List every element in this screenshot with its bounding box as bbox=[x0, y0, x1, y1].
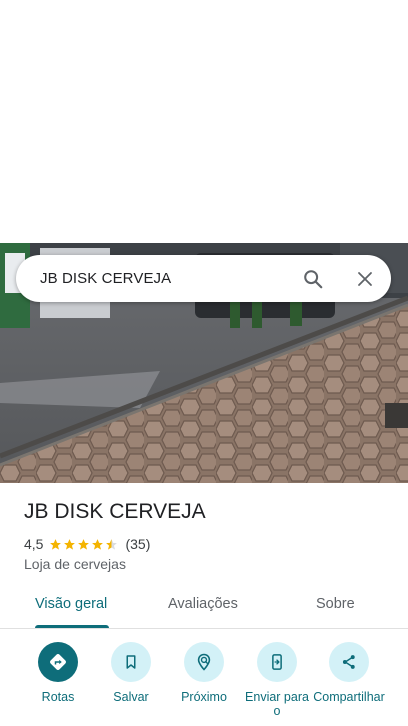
star-icon bbox=[78, 538, 90, 550]
rating-value: 4,5 bbox=[24, 536, 44, 552]
directions-label: Rotas bbox=[41, 690, 75, 704]
star-icon bbox=[92, 538, 104, 550]
nearby-label: Próximo bbox=[181, 690, 227, 704]
close-icon[interactable] bbox=[353, 267, 377, 291]
tab-about[interactable]: Sobre bbox=[316, 596, 355, 612]
nearby-icon bbox=[197, 653, 211, 671]
star-icon bbox=[50, 538, 62, 550]
save-label: Salvar bbox=[113, 690, 149, 704]
star-icon bbox=[64, 538, 76, 550]
search-input[interactable]: JB DISK CERVEJA bbox=[40, 270, 301, 287]
tab-overview[interactable]: Visão geral bbox=[35, 596, 107, 612]
rating-row[interactable]: 4,5 (35) bbox=[24, 536, 150, 552]
place-tabs: Visão geral Avaliações Sobre bbox=[0, 588, 408, 629]
review-count[interactable]: (35) bbox=[125, 536, 150, 552]
save-button[interactable]: Salvar bbox=[93, 642, 169, 704]
search-icon[interactable] bbox=[301, 267, 325, 291]
place-name: JB DISK CERVEJA bbox=[24, 500, 206, 523]
bookmark-icon bbox=[126, 655, 136, 669]
send-to-phone-icon bbox=[272, 654, 282, 670]
share-icon bbox=[342, 655, 355, 669]
star-rating bbox=[49, 538, 119, 551]
nearby-button[interactable]: Próximo bbox=[166, 642, 242, 704]
share-button[interactable]: Compartilhar bbox=[311, 642, 387, 704]
search-bar[interactable]: JB DISK CERVEJA bbox=[16, 255, 391, 302]
directions-icon bbox=[50, 654, 66, 670]
map-area[interactable] bbox=[0, 0, 408, 243]
half-star-icon bbox=[106, 538, 118, 550]
send-to-phone-label: Enviar para o bbox=[245, 690, 309, 718]
send-to-phone-button[interactable]: Enviar para o bbox=[239, 642, 315, 718]
tab-reviews[interactable]: Avaliações bbox=[168, 596, 238, 612]
directions-button[interactable]: Rotas bbox=[20, 642, 96, 704]
action-bar: Rotas Salvar Próximo Enviar para o Compa… bbox=[0, 642, 408, 726]
share-label: Compartilhar bbox=[313, 690, 385, 704]
active-tab-indicator bbox=[35, 625, 109, 628]
place-category[interactable]: Loja de cervejas bbox=[24, 556, 126, 572]
